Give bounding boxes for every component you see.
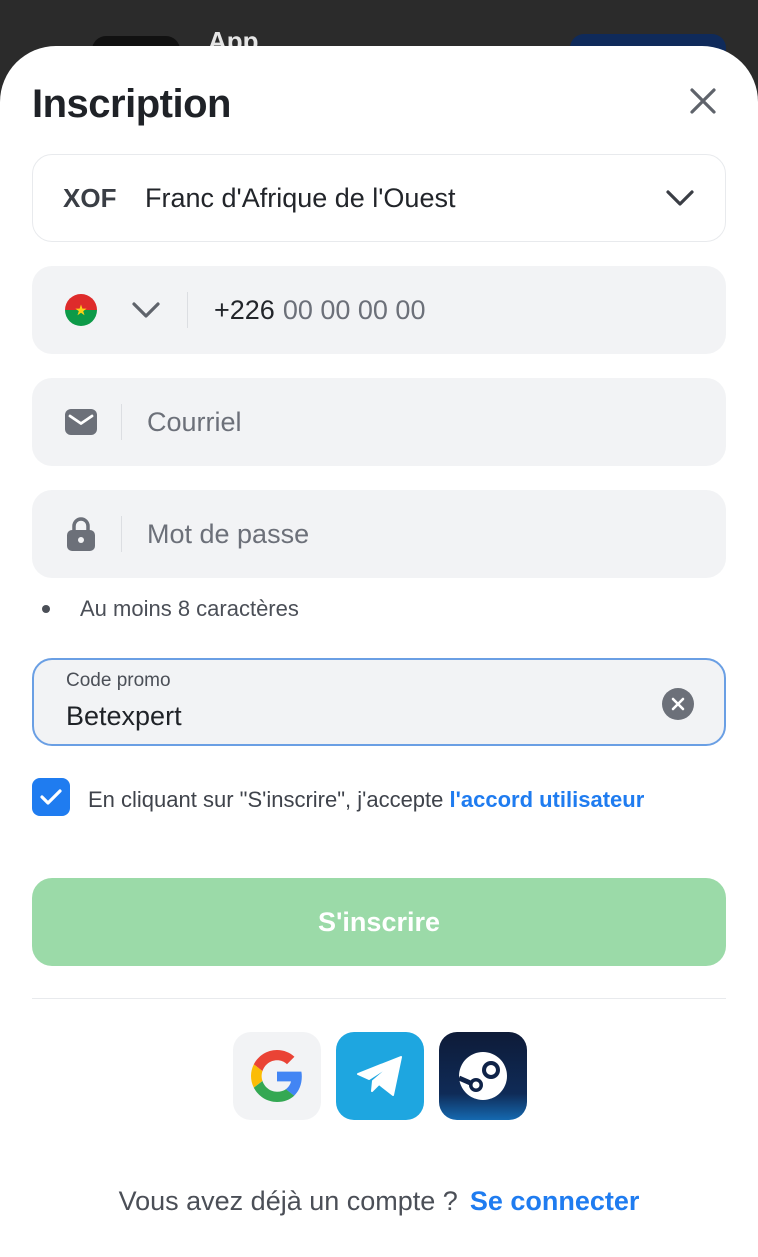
page-title: Inscription xyxy=(32,82,231,126)
chevron-down-icon xyxy=(666,190,694,206)
login-prompt-text: Vous avez déjà un compte ? xyxy=(118,1186,458,1216)
phone-field: +226 xyxy=(32,266,726,354)
field-divider xyxy=(187,292,188,328)
email-field xyxy=(32,378,726,466)
field-divider xyxy=(121,516,122,552)
login-prompt: Vous avez déjà un compte ? Se connecter xyxy=(0,1186,758,1217)
password-input[interactable] xyxy=(147,518,647,550)
close-icon xyxy=(690,88,716,114)
google-login-button[interactable] xyxy=(233,1032,321,1120)
google-icon xyxy=(251,1050,302,1102)
phone-input[interactable] xyxy=(282,294,583,326)
steam-icon xyxy=(457,1052,507,1100)
promo-code-field: Code promo xyxy=(32,658,726,746)
check-icon xyxy=(40,789,62,805)
telegram-icon xyxy=(357,1056,402,1096)
promo-code-input[interactable] xyxy=(66,698,626,734)
bullet-icon xyxy=(42,605,50,613)
divider xyxy=(32,998,726,999)
social-login xyxy=(233,1032,527,1120)
promo-code-label: Code promo xyxy=(66,670,171,691)
field-divider xyxy=(121,404,122,440)
burkina-faso-flag-icon xyxy=(65,294,97,326)
login-link[interactable]: Se connecter xyxy=(470,1186,640,1216)
currency-code: XOF xyxy=(63,182,117,213)
chevron-down-icon xyxy=(132,302,160,318)
terms-text: En cliquant sur "S'inscrire", j'accepte … xyxy=(88,784,688,816)
password-hint: Au moins 8 caractères xyxy=(42,596,299,622)
password-hint-text: Au moins 8 caractères xyxy=(80,596,299,621)
mail-icon xyxy=(65,409,97,435)
email-input[interactable] xyxy=(147,406,647,438)
currency-name: Franc d'Afrique de l'Ouest xyxy=(145,182,456,213)
close-button[interactable] xyxy=(682,80,724,122)
steam-login-button[interactable] xyxy=(439,1032,527,1120)
terms-checkbox[interactable] xyxy=(32,778,70,816)
phone-country-code: +226 xyxy=(214,294,275,325)
currency-select[interactable]: XOF Franc d'Afrique de l'Ouest xyxy=(32,154,726,242)
lock-icon xyxy=(65,517,97,551)
terms-text-prefix: En cliquant sur "S'inscrire", j'accepte xyxy=(88,787,450,812)
clear-icon xyxy=(671,697,685,711)
telegram-login-button[interactable] xyxy=(336,1032,424,1120)
password-field xyxy=(32,490,726,578)
user-agreement-link[interactable]: l'accord utilisateur xyxy=(450,787,645,812)
signup-sheet: Inscription XOF Franc d'Afrique de l'Oue… xyxy=(0,46,758,1257)
clear-promo-button[interactable] xyxy=(662,688,694,720)
country-code-dropdown[interactable] xyxy=(131,301,161,319)
signup-button[interactable]: S'inscrire xyxy=(32,878,726,966)
